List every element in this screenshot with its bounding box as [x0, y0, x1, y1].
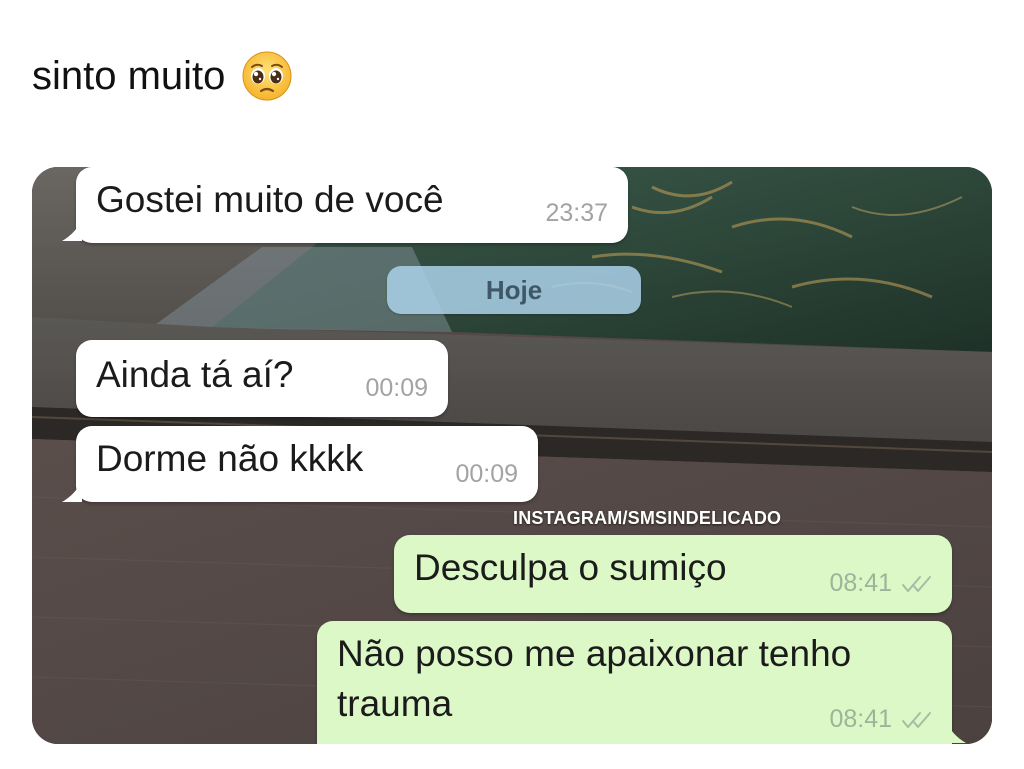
message-text: Gostei muito de você	[96, 179, 444, 220]
bubble-tail	[62, 480, 82, 502]
message-bubble-incoming[interactable]: Dorme não kkkk 00:09	[62, 426, 538, 502]
message-time: 00:09	[455, 460, 518, 488]
message-time: 00:09	[365, 374, 428, 402]
message-bubble-outgoing[interactable]: Não posso me apaixonar tenho trauma 08:4…	[317, 621, 966, 744]
date-divider: Hoje	[387, 266, 641, 314]
message-bubble-incoming[interactable]: Gostei muito de você 23:37	[62, 167, 628, 243]
post: sinto muito Gostei muito de você 23:37 H…	[0, 0, 1024, 769]
message-bubble-incoming[interactable]: Ainda tá aí? 00:09	[76, 340, 448, 417]
message-time: 08:41	[829, 705, 934, 734]
read-double-check-icon	[902, 575, 931, 592]
read-double-check-icon	[902, 711, 931, 728]
bubble-tail	[62, 219, 82, 241]
message-time: 23:37	[545, 199, 608, 227]
caption-text: sinto muito	[32, 54, 226, 98]
chat-screenshot: Gostei muito de você 23:37 Hoje Ainda tá…	[32, 167, 992, 744]
watermark: INSTAGRAM/SMSINDELICADO	[513, 508, 782, 528]
message-bubble-outgoing[interactable]: Desculpa o sumiço 08:41	[394, 535, 952, 613]
bubble-tail	[946, 721, 966, 743]
message-text: Desculpa o sumiço	[414, 547, 727, 588]
message-text: Ainda tá aí?	[96, 354, 294, 395]
pleading-face-emoji-icon	[242, 51, 292, 101]
message-time: 08:41	[829, 569, 934, 598]
message-text: Dorme não kkkk	[96, 438, 364, 479]
post-caption: sinto muito	[32, 50, 293, 102]
